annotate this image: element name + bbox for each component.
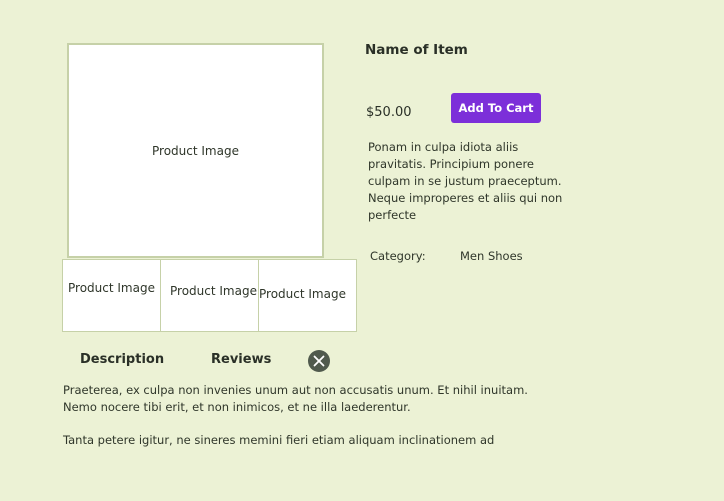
product-thumbnail-label: Product Image (259, 287, 346, 301)
product-thumbnail-2[interactable]: Product Image (160, 259, 259, 332)
category-label: Category: (370, 249, 426, 263)
product-thumbnail-1[interactable]: Product Image (62, 259, 161, 332)
add-to-cart-button[interactable]: Add To Cart (451, 93, 541, 123)
description-paragraph-2: Tanta petere igitur, ne sineres memini f… (63, 433, 495, 447)
product-price: $50.00 (366, 105, 412, 120)
description-paragraph-1: Praeterea, ex culpa non invenies unum au… (63, 383, 528, 414)
product-thumbnail-label: Product Image (170, 284, 257, 298)
close-button[interactable] (308, 350, 330, 372)
product-description: Ponam in culpa idiota aliis pravitatis. … (368, 140, 563, 222)
category-value: Men Shoes (460, 249, 523, 263)
product-thumbnail-3[interactable]: Product Image (258, 259, 357, 332)
tab-reviews[interactable]: Reviews (211, 352, 271, 367)
product-thumbnail-label: Product Image (68, 281, 155, 295)
product-name: Name of Item (365, 42, 468, 58)
main-product-image: Product Image (67, 43, 324, 258)
tab-description[interactable]: Description (80, 352, 164, 367)
main-product-image-label: Product Image (152, 143, 239, 158)
close-icon (313, 355, 325, 367)
